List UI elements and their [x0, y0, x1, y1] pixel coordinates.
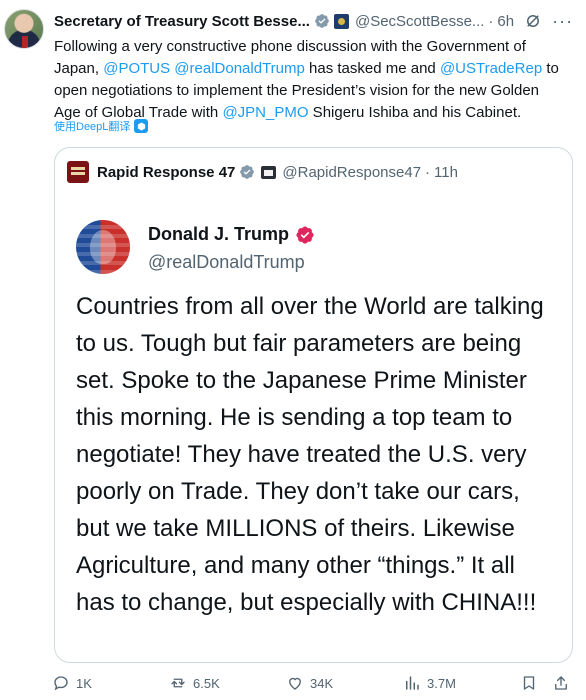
tweet-text: Following a very constructive phone disc…	[54, 36, 566, 124]
quoted-tweet[interactable]: Rapid Response 47 @RapidResponse47 · 11h…	[54, 147, 573, 663]
gold-verified-icon	[240, 165, 255, 179]
pink-verified-icon	[296, 225, 314, 244]
inner-author-name-row: Donald J. Trump	[148, 224, 315, 245]
grok-icon[interactable]	[524, 12, 542, 30]
separator-dot: ·	[488, 12, 494, 30]
author-name[interactable]: Secretary of Treasury Scott Besse...	[54, 13, 310, 30]
quote-header: Rapid Response 47 @RapidResponse47 · 11h	[67, 161, 458, 183]
quote-author-avatar[interactable]	[67, 161, 89, 183]
trump-avatar	[76, 220, 130, 274]
mention-realdonaldtrump[interactable]: @realDonaldTrump	[174, 60, 305, 77]
government-badge-icon	[333, 13, 349, 29]
action-bar: 1K 6.5K 34K 3.7M	[52, 674, 572, 696]
author-handle[interactable]: @SecScottBesse...	[355, 13, 484, 30]
bookmark-button[interactable]	[520, 674, 544, 692]
quote-author-name[interactable]: Rapid Response 47	[97, 164, 235, 181]
reply-icon	[54, 676, 68, 691]
tweet[interactable]: Secretary of Treasury Scott Besse... @Se…	[0, 0, 586, 700]
text-part: Shigeru Ishiba and his Cabinet.	[308, 104, 522, 121]
like-icon	[289, 677, 301, 690]
deepl-icon	[134, 119, 149, 133]
like-count: 34K	[310, 675, 334, 691]
translate-link[interactable]: 使用DeepL翻译	[54, 118, 149, 134]
quote-time[interactable]: 11h	[434, 164, 458, 181]
like-button[interactable]: 34K	[286, 674, 333, 692]
views-button[interactable]: 3.7M	[403, 674, 456, 692]
reply-count: 1K	[76, 675, 92, 691]
grey-verified-icon	[315, 14, 329, 28]
bookmark-icon	[523, 676, 535, 690]
author-avatar[interactable]	[4, 9, 44, 49]
views-icon	[406, 676, 419, 690]
quote-author-handle[interactable]: @RapidResponse47	[282, 164, 421, 181]
avatar-tie	[22, 36, 28, 48]
mention-ustraderep[interactable]: @USTradeRep	[440, 60, 542, 77]
repost-button[interactable]: 6.5K	[169, 674, 220, 692]
share-button[interactable]	[552, 674, 576, 692]
mention-potus[interactable]: @POTUS	[103, 60, 170, 77]
repost-icon	[171, 678, 185, 688]
inner-author-name: Donald J. Trump	[148, 224, 290, 244]
white-house-badge-icon	[261, 165, 277, 179]
tweet-time[interactable]: 6h	[497, 13, 514, 30]
views-count: 3.7M	[427, 675, 456, 691]
text-part: has tasked me and	[304, 60, 440, 77]
inner-post-text: Countries from all over the World are ta…	[76, 293, 544, 616]
separator-dot: ·	[425, 163, 431, 181]
inner-author-handle: @realDonaldTrump	[148, 252, 305, 272]
mention-jpn-pmo[interactable]: @JPN_PMO	[222, 104, 308, 121]
share-icon	[555, 676, 567, 690]
tweet-header: Secretary of Treasury Scott Besse... @Se…	[54, 10, 578, 32]
more-icon[interactable]: ···	[552, 12, 573, 30]
translate-label[interactable]: 使用DeepL翻译	[54, 118, 130, 134]
repost-count: 6.5K	[193, 675, 220, 691]
reply-button[interactable]: 1K	[52, 674, 92, 692]
